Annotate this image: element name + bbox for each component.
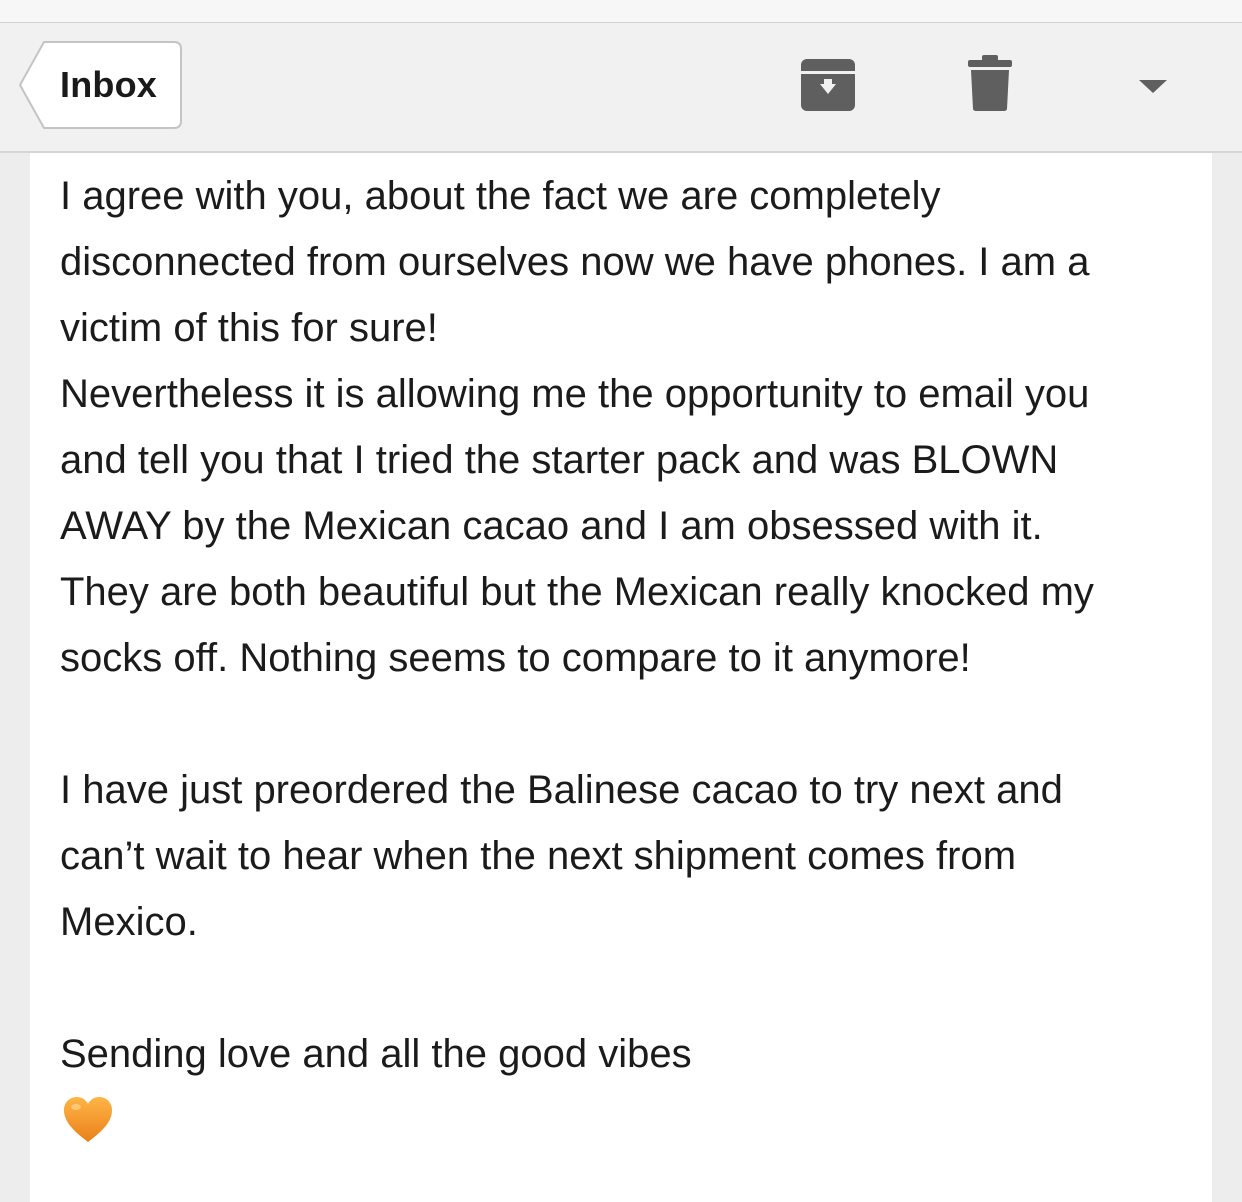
- body-line: I agree with you, about the fact we are …: [60, 174, 941, 218]
- body-line: can’t wait to hear when the next shipmen…: [60, 834, 1017, 878]
- trash-icon[interactable]: [966, 53, 1014, 113]
- orange-heart-emoji: [60, 1087, 1200, 1153]
- email-body: I agree with you, about the fact we are …: [30, 153, 1212, 1202]
- archive-icon[interactable]: [800, 57, 856, 113]
- signoff-line: Sending love and all the good vibes: [60, 1032, 692, 1076]
- status-strip: [0, 0, 1242, 23]
- body-line: socks off. Nothing seems to compare to i…: [60, 636, 971, 680]
- back-to-inbox-button[interactable]: Inbox: [18, 41, 182, 129]
- more-dropdown-icon[interactable]: [1136, 75, 1170, 97]
- body-line: I have just preordered the Balinese caca…: [60, 768, 1063, 812]
- body-line: disconnected from ourselves now we have …: [60, 240, 1090, 284]
- mail-screen: Inbox I agree with you, about the fact w…: [0, 0, 1242, 1202]
- body-line: victim of this for sure!: [60, 306, 438, 350]
- message-toolbar: Inbox: [0, 23, 1242, 153]
- body-line: AWAY by the Mexican cacao and I am obses…: [60, 504, 1043, 548]
- body-line: They are both beautiful but the Mexican …: [60, 570, 1094, 614]
- body-line: Mexico.: [60, 900, 198, 944]
- body-line: Nevertheless it is allowing me the oppor…: [60, 372, 1090, 416]
- back-button-label: Inbox: [60, 64, 157, 105]
- email-text: I agree with you, about the fact we are …: [60, 163, 1200, 1153]
- body-line: and tell you that I tried the starter pa…: [60, 438, 1059, 482]
